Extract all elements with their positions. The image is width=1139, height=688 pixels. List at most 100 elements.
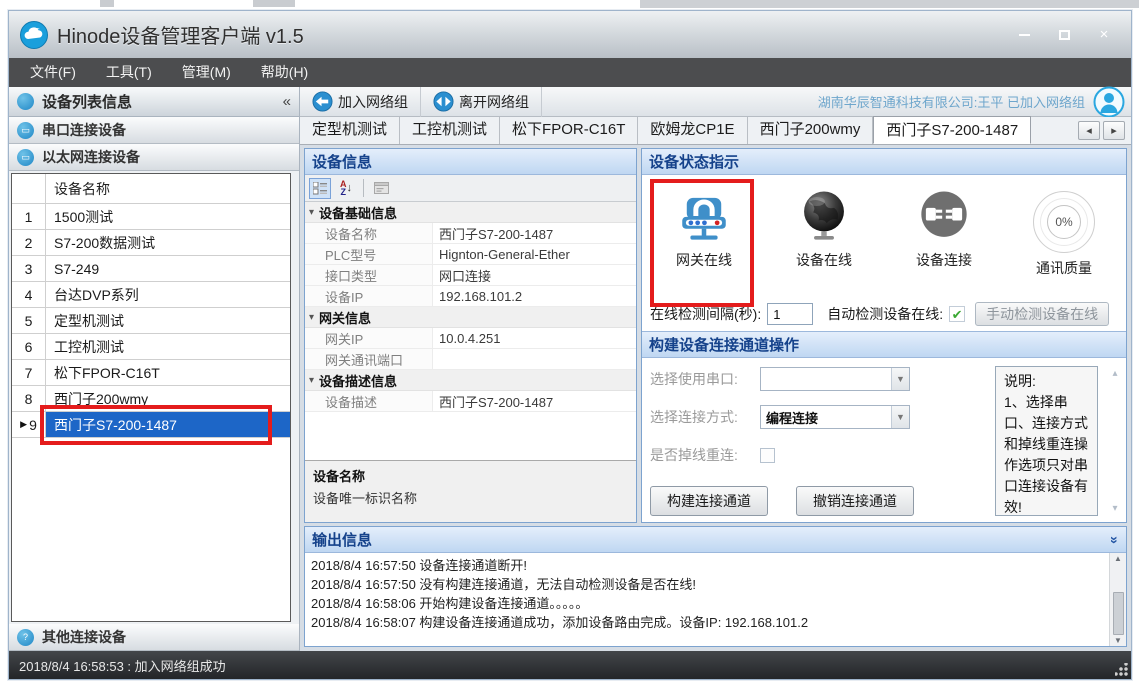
device-row-4[interactable]: 4台达DVP系列 <box>12 282 290 308</box>
scrollbar-thumb[interactable] <box>1113 592 1124 634</box>
channel-operations-section: 构建设备连接通道操作 选择使用串口: ▼ <box>642 331 1126 522</box>
menu-item-3[interactable]: 帮助(H) <box>246 58 323 87</box>
connect-mode-combo[interactable]: 编程连接 ▼ <box>760 405 910 429</box>
pg-category-2[interactable]: ▾设备描述信息 <box>305 370 636 391</box>
background-artifact <box>640 0 1139 8</box>
interval-input[interactable] <box>767 303 813 325</box>
resize-grip[interactable] <box>1115 663 1128 676</box>
device-row-8[interactable]: 8西门子200wmy <box>12 386 290 412</box>
section-serial-devices[interactable]: ▭ 串口连接设备 <box>9 117 299 144</box>
device-list-icon <box>17 93 34 110</box>
revoke-channel-button[interactable]: 撤销连接通道 <box>796 486 914 516</box>
app-logo-icon <box>19 20 49 50</box>
build-channel-button[interactable]: 构建连接通道 <box>650 486 768 516</box>
device-name-header: 设备名称 <box>46 174 290 203</box>
alphabetical-sort-icon[interactable]: AZ↓ <box>335 178 357 199</box>
device-row-3[interactable]: 3S7-249 <box>12 256 290 282</box>
indicator-comm-quality: 0% 通讯质量 <box>1004 181 1124 297</box>
user-avatar[interactable] <box>1093 86 1125 118</box>
sidebar-header: 设备列表信息 « <box>9 87 299 117</box>
category-caret-icon[interactable]: ▾ <box>309 312 314 323</box>
property-grid-toolbar: AZ↓ <box>305 175 636 202</box>
pg-row-value: 10.0.4.251 <box>433 328 636 348</box>
category-caret-icon[interactable]: ▾ <box>309 207 314 218</box>
join-group-button[interactable]: 加入网络组 <box>300 87 421 117</box>
device-row-name: 1500测试 <box>46 204 290 229</box>
device-row-1[interactable]: 11500测试 <box>12 204 290 230</box>
serial-select-label: 选择使用串口: <box>650 369 760 389</box>
interval-label: 在线检测间隔(秒): <box>650 304 761 324</box>
category-caret-icon[interactable]: ▾ <box>309 375 314 386</box>
pg-category-0[interactable]: ▾设备基础信息 <box>305 202 636 223</box>
title-bar[interactable]: Hinode设备管理客户端 v1.5 × <box>9 11 1131 58</box>
status-message: 2018/8/4 16:58:53 : 加入网络组成功 <box>19 656 226 675</box>
scroll-down-icon[interactable]: ▼ <box>1110 635 1126 646</box>
pg-category-1[interactable]: ▾网关信息 <box>305 307 636 328</box>
device-row-5[interactable]: 5定型机测试 <box>12 308 290 334</box>
background-artifact <box>100 0 114 7</box>
combo-arrow-icon[interactable]: ▼ <box>891 406 909 428</box>
tab-4[interactable]: 西门子200wmy <box>748 117 874 144</box>
pg-row[interactable]: PLC型号Hignton-General-Ether <box>305 244 636 265</box>
minimize-button[interactable] <box>1015 27 1033 43</box>
device-connect-icon <box>915 187 973 245</box>
device-online-icon <box>795 187 853 245</box>
maximize-button[interactable] <box>1055 27 1073 43</box>
output-scrollbar[interactable]: ▲ ▼ <box>1109 553 1126 646</box>
online-detect-row: 在线检测间隔(秒): 自动检测设备在线: ✔ 手动检测设备在线 <box>642 297 1126 331</box>
manual-detect-button[interactable]: 手动检测设备在线 <box>975 302 1109 326</box>
tab-0[interactable]: 定型机测试 <box>300 117 400 144</box>
categorized-view-icon[interactable] <box>309 178 331 199</box>
combo-arrow-icon[interactable]: ▼ <box>891 368 909 390</box>
device-row-number: 4 <box>12 282 46 307</box>
leave-group-icon <box>433 91 454 112</box>
toolbar-separator <box>363 179 364 197</box>
pg-row[interactable]: 设备IP192.168.101.2 <box>305 286 636 307</box>
close-button[interactable]: × <box>1095 27 1113 43</box>
menu-item-2[interactable]: 管理(M) <box>167 58 246 87</box>
device-row-6[interactable]: 6工控机测试 <box>12 334 290 360</box>
collapse-sidebar-icon[interactable]: « <box>283 93 291 110</box>
auto-detect-label: 自动检测设备在线: <box>827 304 943 324</box>
pg-row-label: 网关通讯端口 <box>305 349 433 369</box>
pg-row[interactable]: 网关IP10.0.4.251 <box>305 328 636 349</box>
channel-form: 选择使用串口: ▼ 选择连接方式: 编程连接 <box>650 366 985 516</box>
join-group-icon <box>312 91 333 112</box>
pg-row[interactable]: 设备描述西门子S7-200-1487 <box>305 391 636 412</box>
channel-operations-header: 构建设备连接通道操作 <box>642 332 1126 358</box>
pg-row-label: 网关IP <box>305 328 433 348</box>
pg-row[interactable]: 网关通讯端口 <box>305 349 636 370</box>
pg-row-label: PLC型号 <box>305 244 433 264</box>
pg-row[interactable]: 设备名称西门子S7-200-1487 <box>305 223 636 244</box>
menu-item-1[interactable]: 工具(T) <box>91 58 167 87</box>
menu-item-0[interactable]: 文件(F) <box>15 58 91 87</box>
reconnect-checkbox[interactable] <box>760 448 775 463</box>
serial-port-icon: ▭ <box>17 122 34 139</box>
note-line-0: 说明: <box>1004 371 1089 392</box>
device-row-2[interactable]: 2S7-200数据测试 <box>12 230 290 256</box>
status-bar: 2018/8/4 16:58:53 : 加入网络组成功 <box>9 651 1131 679</box>
tab-2[interactable]: 松下FPOR-C16T <box>500 117 638 144</box>
tab-5[interactable]: 西门子S7-200-1487 <box>873 116 1031 144</box>
device-row-name: 西门子S7-200-1487 <box>46 412 290 437</box>
device-list-sidebar: 设备列表信息 « ▭ 串口连接设备 ▭ 以太网连接设备 设备名称11500测试2… <box>9 87 300 651</box>
auto-detect-checkbox[interactable]: ✔ <box>949 306 965 322</box>
device-row-9[interactable]: ▶9西门子S7-200-1487 <box>12 412 290 438</box>
device-row-name: 松下FPOR-C16T <box>46 360 290 385</box>
scroll-hint-down-icon: ▾ <box>1112 503 1117 514</box>
scroll-up-icon[interactable]: ▲ <box>1110 553 1126 564</box>
section-ethernet-devices[interactable]: ▭ 以太网连接设备 <box>9 144 299 171</box>
leave-group-button[interactable]: 离开网络组 <box>421 87 542 117</box>
tab-3[interactable]: 欧姆龙CP1E <box>638 117 747 144</box>
scroll-hint-up-icon: ▴ <box>1112 368 1117 379</box>
menu-bar: 文件(F)工具(T)管理(M)帮助(H) <box>9 58 1131 87</box>
output-collapse-icon[interactable]: » <box>1107 536 1123 544</box>
serial-select-combo[interactable]: ▼ <box>760 367 910 391</box>
pg-row[interactable]: 接口类型网口连接 <box>305 265 636 286</box>
property-pages-icon <box>370 178 392 199</box>
section-other-devices[interactable]: ? 其他连接设备 <box>9 624 299 651</box>
tab-next-icon[interactable]: ▸ <box>1103 121 1125 140</box>
tab-1[interactable]: 工控机测试 <box>400 117 500 144</box>
device-row-7[interactable]: 7松下FPOR-C16T <box>12 360 290 386</box>
tab-prev-icon[interactable]: ◂ <box>1078 121 1100 140</box>
